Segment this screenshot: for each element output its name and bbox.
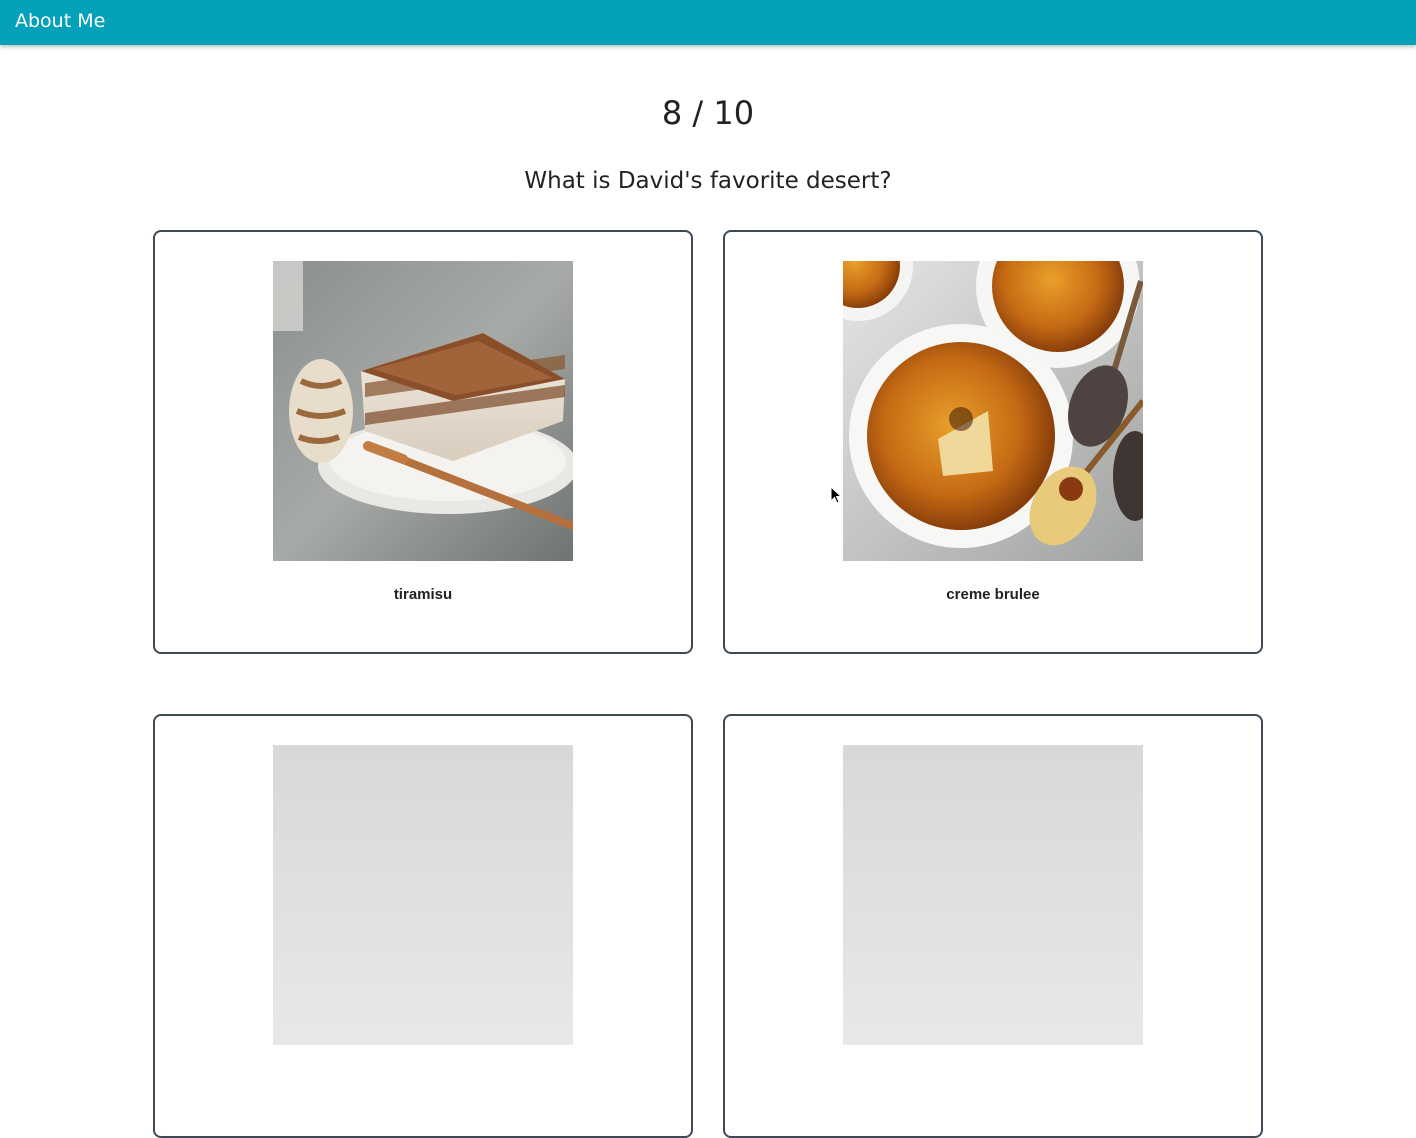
tiramisu-photo <box>273 261 573 561</box>
answer-label: tiramisu <box>393 586 453 603</box>
creme-brulee-photo <box>843 261 1143 561</box>
mouse-pointer-icon <box>830 486 842 504</box>
quiz-question: What is David's favorite desert? <box>524 168 892 194</box>
option-4-photo <box>843 745 1143 1045</box>
answer-option-3[interactable] <box>153 714 693 1138</box>
answer-label: creme brulee <box>946 586 1040 603</box>
app-bar: About Me <box>0 0 1416 45</box>
app-title[interactable]: About Me <box>15 10 105 32</box>
option-3-photo <box>273 745 573 1045</box>
answer-option-tiramisu[interactable]: tiramisu <box>153 230 693 654</box>
answer-option-creme-brulee[interactable]: creme brulee <box>723 230 1263 654</box>
quiz-progress: 8 / 10 <box>661 94 755 132</box>
answer-option-4[interactable] <box>723 714 1263 1138</box>
